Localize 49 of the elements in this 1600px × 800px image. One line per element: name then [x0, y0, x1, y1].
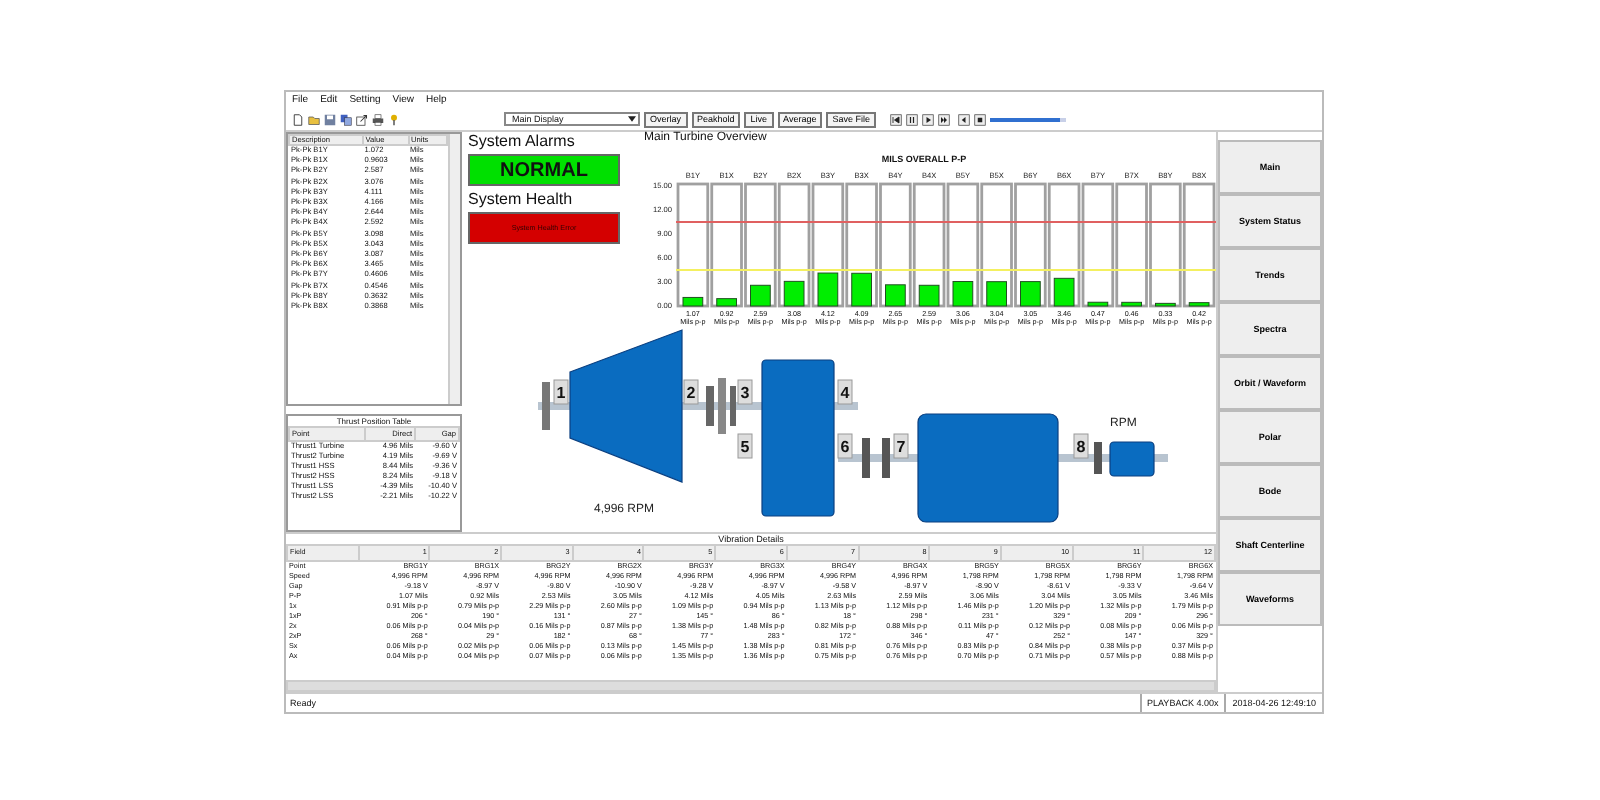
bar: [1053, 277, 1075, 307]
bar: [885, 284, 906, 307]
bar: [1087, 301, 1109, 307]
bar: [918, 284, 940, 307]
bar: [1155, 302, 1176, 307]
scrollbar[interactable]: [286, 680, 1216, 692]
bearing-number-label: 2: [683, 379, 699, 405]
save-icon[interactable]: [324, 113, 336, 125]
bar: [1121, 301, 1142, 307]
bearing-number-label: 1: [553, 379, 569, 405]
step-back-icon[interactable]: [958, 113, 970, 125]
bearing-number-label: 3: [737, 379, 753, 405]
export-icon[interactable]: [356, 113, 368, 125]
bearing-number-label: 6: [837, 433, 853, 459]
bar: [986, 281, 1007, 307]
bar-slot: [1081, 182, 1115, 308]
bearing-number-label: 8: [1073, 433, 1089, 459]
bar: [817, 272, 839, 307]
scrollbar[interactable]: [448, 134, 460, 404]
bar: [851, 272, 872, 307]
bar: [716, 298, 737, 307]
bearing-number-label: 4: [837, 379, 853, 405]
bar: [750, 284, 771, 307]
play-icon[interactable]: [922, 113, 934, 125]
open-folder-icon[interactable]: [308, 113, 320, 125]
pin-icon[interactable]: [388, 113, 400, 125]
bearing-number-label: 7: [893, 433, 909, 459]
print-icon[interactable]: [372, 113, 384, 125]
skip-back-icon[interactable]: [890, 113, 902, 125]
bar-slot: [676, 182, 710, 308]
bar: [1020, 281, 1041, 307]
caret-icon: [628, 116, 636, 122]
stop-icon[interactable]: [974, 113, 986, 125]
bar-slot: [1182, 182, 1216, 308]
bearing-number-label: 5: [737, 433, 753, 459]
bar: [783, 280, 805, 307]
section-title: System Alarms: [468, 132, 577, 150]
section-title: System Health: [468, 190, 575, 208]
bar: [1188, 302, 1210, 307]
bar: [682, 296, 704, 307]
new-file-icon[interactable]: [292, 113, 304, 125]
fast-forward-icon[interactable]: [938, 113, 950, 125]
bar-slot: [1149, 182, 1182, 308]
pause-icon[interactable]: [906, 113, 918, 125]
bar-slot: [1115, 182, 1148, 308]
copy-icon[interactable]: [340, 113, 352, 125]
bar-slot: [710, 182, 743, 308]
alarm-status-indicator: NORMAL: [468, 154, 620, 186]
bar: [952, 281, 974, 307]
